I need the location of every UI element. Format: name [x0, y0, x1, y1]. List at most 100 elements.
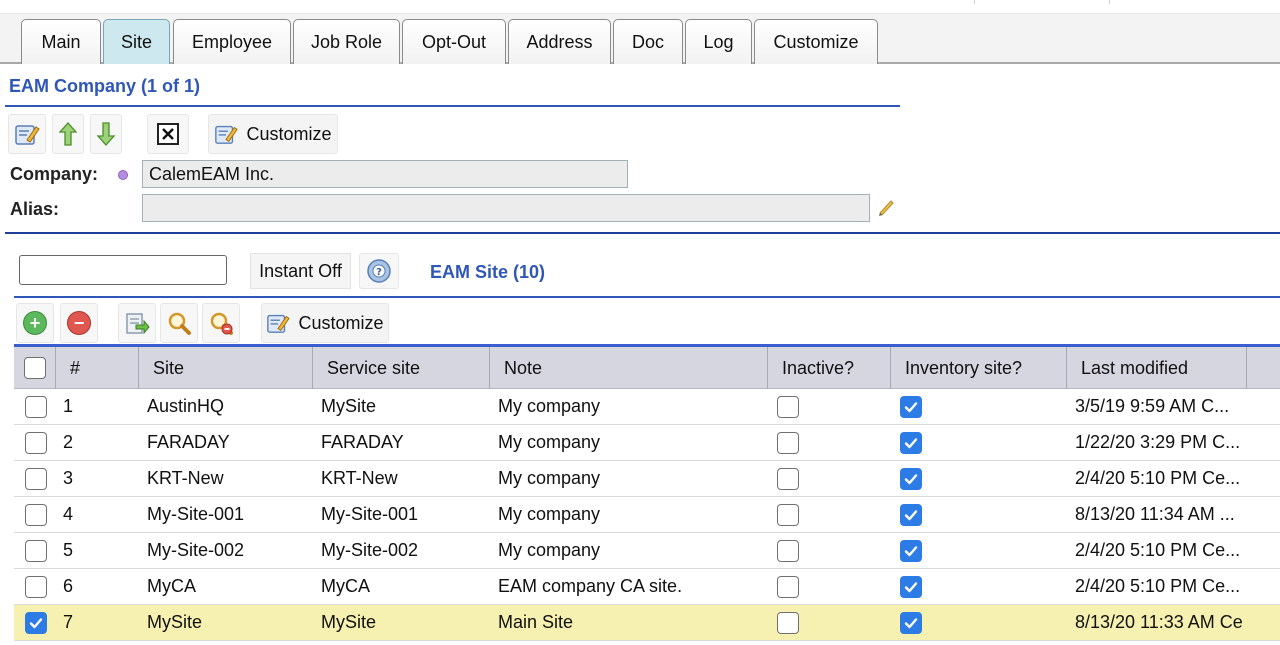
- row-select-checkbox[interactable]: [25, 395, 47, 418]
- service-site-cell[interactable]: My-Site-001: [321, 497, 486, 532]
- table-row[interactable]: 4 My-Site-001 My-Site-001 My company 8/13/20…: [14, 497, 1280, 533]
- table-row[interactable]: 7 MySite MySite Main Site 8/13/20 11:33 AM C…: [14, 605, 1280, 641]
- instant-toggle-button[interactable]: Instant Off: [250, 253, 351, 289]
- row-select-checkbox[interactable]: [25, 431, 47, 454]
- site-cell[interactable]: FARADAY: [147, 425, 307, 460]
- row-select-checkbox[interactable]: [25, 575, 47, 598]
- company-customize-button[interactable]: Customize: [208, 114, 338, 154]
- row-select-cell: [25, 461, 55, 496]
- tab-main[interactable]: Main: [21, 19, 101, 64]
- last-modified-cell: 8/13/20 11:34 AM ...: [1075, 504, 1235, 524]
- inventory-site-checkbox[interactable]: [900, 395, 922, 418]
- table-row[interactable]: 5 My-Site-002 My-Site-002 My company 2/4/20 …: [14, 533, 1280, 569]
- row-number: 5: [63, 540, 74, 560]
- site-cell[interactable]: KRT-New: [147, 461, 307, 496]
- inactive-checkbox[interactable]: [777, 431, 799, 454]
- row-select-checkbox[interactable]: [25, 467, 47, 490]
- service-site-cell[interactable]: KRT-New: [321, 461, 486, 496]
- move-up-button[interactable]: [52, 114, 84, 154]
- tab-employee[interactable]: Employee: [173, 19, 291, 64]
- row-select-checkbox[interactable]: [25, 503, 47, 526]
- inactive-checkbox[interactable]: [777, 467, 799, 490]
- inactive-checkbox[interactable]: [777, 611, 799, 634]
- tab-address[interactable]: Address: [508, 19, 611, 64]
- clear-search-button[interactable]: [202, 303, 240, 343]
- company-section-title: EAM Company (1 of 1): [9, 76, 201, 96]
- inventory-site-checkbox[interactable]: [900, 539, 922, 562]
- inactive-cell: [777, 533, 817, 568]
- inactive-checkbox[interactable]: [777, 575, 799, 598]
- export-button[interactable]: [118, 303, 156, 343]
- tab-label: Doc: [631, 31, 664, 52]
- row-select-cell: [25, 605, 55, 640]
- note-cell[interactable]: My company: [498, 389, 763, 424]
- table-row[interactable]: 3 KRT-New KRT-New My company 2/4/20 5:10 PM …: [14, 461, 1280, 497]
- site-cell[interactable]: MyCA: [147, 569, 307, 604]
- add-button[interactable]: +: [16, 303, 54, 343]
- tab-opt-out[interactable]: Opt-Out: [402, 19, 506, 64]
- note-cell[interactable]: Main Site: [498, 605, 763, 640]
- search-button[interactable]: [160, 303, 198, 343]
- tab-customize[interactable]: Customize: [754, 19, 878, 64]
- column-header-number[interactable]: #: [56, 347, 139, 389]
- tab-doc[interactable]: Doc: [613, 19, 683, 64]
- move-down-button[interactable]: [90, 114, 122, 154]
- inactive-checkbox[interactable]: [777, 539, 799, 562]
- service-site-cell[interactable]: My-Site-002: [321, 533, 486, 568]
- inventory-cell: [900, 389, 940, 424]
- tab-bar: Main Site Employee Job Role Opt-Out Addr…: [0, 14, 1280, 64]
- inventory-site-checkbox[interactable]: [900, 467, 922, 490]
- note-cell[interactable]: My company: [498, 425, 763, 460]
- table-row[interactable]: 1 AustinHQ MySite My company 3/5/19 9:59 AM …: [14, 389, 1280, 425]
- inactive-cell: [777, 389, 817, 424]
- alias-edit-button[interactable]: [876, 197, 896, 217]
- inactive-checkbox[interactable]: [777, 395, 799, 418]
- note-cell[interactable]: My company: [498, 497, 763, 532]
- table-row[interactable]: 2 FARADAY FARADAY My company 1/22/20 3:29 PM…: [14, 425, 1280, 461]
- column-header-site[interactable]: Site: [139, 347, 313, 389]
- site-cell[interactable]: My-Site-001: [147, 497, 307, 532]
- row-number: 3: [63, 468, 74, 488]
- inventory-site-checkbox[interactable]: [900, 503, 922, 526]
- site-cell[interactable]: My-Site-002: [147, 533, 307, 568]
- note-cell[interactable]: My company: [498, 533, 763, 568]
- note-cell[interactable]: EAM company CA site.: [498, 569, 763, 604]
- tab-site[interactable]: Site: [103, 19, 170, 64]
- alias-field[interactable]: [142, 194, 870, 222]
- tab-label: Job Role: [310, 31, 383, 52]
- service-site-cell[interactable]: FARADAY: [321, 425, 486, 460]
- inactive-checkbox[interactable]: [777, 503, 799, 526]
- select-all-checkbox[interactable]: [24, 357, 46, 379]
- site-cell[interactable]: MySite: [147, 605, 307, 640]
- column-header-inventory-site[interactable]: Inventory site?: [891, 347, 1067, 389]
- tab-log[interactable]: Log: [685, 19, 752, 64]
- column-header-note[interactable]: Note: [490, 347, 768, 389]
- tab-job-role[interactable]: Job Role: [293, 19, 400, 64]
- close-icon: [157, 123, 179, 145]
- inventory-site-checkbox[interactable]: [900, 611, 922, 634]
- edit-button[interactable]: [8, 114, 46, 154]
- service-site-cell[interactable]: MyCA: [321, 569, 486, 604]
- site-customize-button[interactable]: Customize: [261, 303, 389, 343]
- search-input[interactable]: [19, 255, 227, 285]
- company-field[interactable]: CalemEAM Inc.: [142, 160, 628, 188]
- row-select-checkbox[interactable]: [25, 611, 47, 634]
- service-site-cell[interactable]: MySite: [321, 605, 486, 640]
- column-header-inactive[interactable]: Inactive?: [768, 347, 891, 389]
- help-button[interactable]: ?: [359, 253, 399, 289]
- site-cell[interactable]: AustinHQ: [147, 389, 307, 424]
- row-select-checkbox[interactable]: [25, 539, 47, 562]
- delete-button[interactable]: −: [60, 303, 98, 343]
- inventory-site-checkbox[interactable]: [900, 575, 922, 598]
- column-header-last-modified[interactable]: Last modified: [1067, 347, 1247, 389]
- inventory-site-checkbox[interactable]: [900, 431, 922, 454]
- table-row[interactable]: 6 MyCA MyCA EAM company CA site. 2/4/20 5:10…: [14, 569, 1280, 605]
- service-site-cell[interactable]: MySite: [321, 389, 486, 424]
- arrow-up-icon: [58, 122, 78, 146]
- close-button[interactable]: [147, 114, 189, 154]
- site-grid: # Site Service site Note Inactive? Inven…: [14, 344, 1280, 641]
- last-modified-cell: 2/4/20 5:10 PM Ce...: [1075, 576, 1241, 596]
- pencil-icon: [879, 200, 894, 216]
- note-cell[interactable]: My company: [498, 461, 763, 496]
- column-header-service-site[interactable]: Service site: [313, 347, 490, 389]
